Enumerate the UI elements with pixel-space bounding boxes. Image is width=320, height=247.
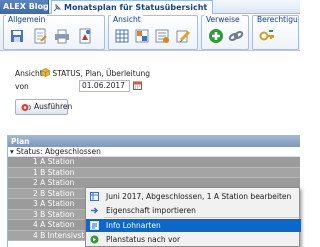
- menu-item-label: Planstatus nach vor: [106, 235, 181, 244]
- print-icon[interactable]: [54, 28, 70, 44]
- forward-icon: [90, 235, 99, 244]
- ribbon-group-allgemein: Allgemein: [3, 15, 105, 50]
- menu-item-eigenschaft-importieren[interactable]: Eigenschaft importieren: [86, 204, 301, 217]
- grid-color-icon[interactable]: [134, 28, 150, 44]
- collapse-icon[interactable]: ▾: [10, 147, 14, 156]
- table-row[interactable]: 1 B Station: [8, 167, 300, 178]
- info-list-icon: [90, 221, 99, 230]
- import-icon: [91, 207, 99, 214]
- status-group-row[interactable]: ▾ Status: Abgeschlossen: [8, 147, 300, 157]
- report-icon[interactable]: [77, 28, 93, 44]
- von-date-input[interactable]: 01.06.2017: [79, 80, 130, 92]
- permissions-key-icon[interactable]: [259, 28, 275, 44]
- menu-item-label: Juni 2017, Abgeschlossen, 1 A Station be…: [106, 192, 292, 201]
- ribbon-group-berechtigungen: Berechtigungen: [252, 15, 299, 50]
- ribbon-toolbar: Allgemein Ansicht Verweise Berechtigu: [0, 14, 300, 51]
- ribbon-group-label: Berechtigungen: [255, 16, 298, 24]
- status-group-label: Status: Abgeschlossen: [16, 147, 101, 156]
- ausfuehren-label: Ausführen: [34, 102, 73, 111]
- ausfuehren-button[interactable]: Ausführen: [15, 99, 72, 115]
- ribbon-group-ansicht: Ansicht: [108, 15, 198, 50]
- context-menu: Juni 2017, Abgeschlossen, 1 A Station be…: [85, 187, 301, 247]
- ribbon-group-verweise: Verweise: [201, 15, 249, 50]
- menu-item-planstatus-nach-vor[interactable]: Planstatus nach vor: [86, 233, 301, 246]
- add-icon[interactable]: [208, 28, 224, 44]
- calendar-icon[interactable]: [133, 81, 142, 90]
- ansicht-label: Ansicht: [15, 69, 43, 78]
- page-edit-icon[interactable]: [32, 28, 48, 44]
- tab-bar: ALEX Blog x Monatsplan für Statusübersic…: [0, 0, 300, 14]
- table-row[interactable]: 1 A Station: [8, 157, 300, 168]
- run-gear-icon: [21, 104, 31, 111]
- tab-monatsplan-label: Monatsplan für Statusübersicht: [64, 3, 208, 12]
- grid-header[interactable]: Plan: [8, 136, 300, 147]
- edit-pencil-icon[interactable]: [175, 28, 191, 44]
- tab-monatsplan[interactable]: Monatsplan für Statusübersicht: [51, 0, 213, 14]
- menu-item-bearbeiten[interactable]: Juni 2017, Abgeschlossen, 1 A Station be…: [86, 190, 301, 203]
- ribbon-group-label: Verweise: [204, 15, 242, 24]
- menu-separator: [104, 217, 299, 218]
- save-icon[interactable]: [9, 28, 25, 44]
- menu-item-info-lohnarten[interactable]: Info Lohnarten: [86, 219, 301, 232]
- ansicht-value-text: STATUS, Plan, Überleitung: [52, 69, 150, 78]
- von-label: von: [15, 82, 29, 91]
- pin-icon: [53, 4, 61, 12]
- tab-alex-blog[interactable]: ALEX Blog x: [0, 0, 49, 14]
- cube-icon: [41, 68, 50, 77]
- menu-item-label: Info Lohnarten: [106, 221, 161, 230]
- menu-item-label: Eigenschaft importieren: [106, 206, 196, 215]
- ribbon-group-label: Ansicht: [111, 15, 143, 24]
- link-icon[interactable]: [228, 28, 244, 44]
- ribbon-group-label: Allgemein: [6, 15, 48, 24]
- ansicht-value[interactable]: STATUS, Plan, Überleitung: [41, 68, 150, 78]
- settings-list-icon[interactable]: [154, 28, 170, 44]
- close-icon[interactable]: x: [42, 0, 47, 14]
- table-view-icon[interactable]: [114, 28, 130, 44]
- table-edit-icon: [90, 192, 99, 201]
